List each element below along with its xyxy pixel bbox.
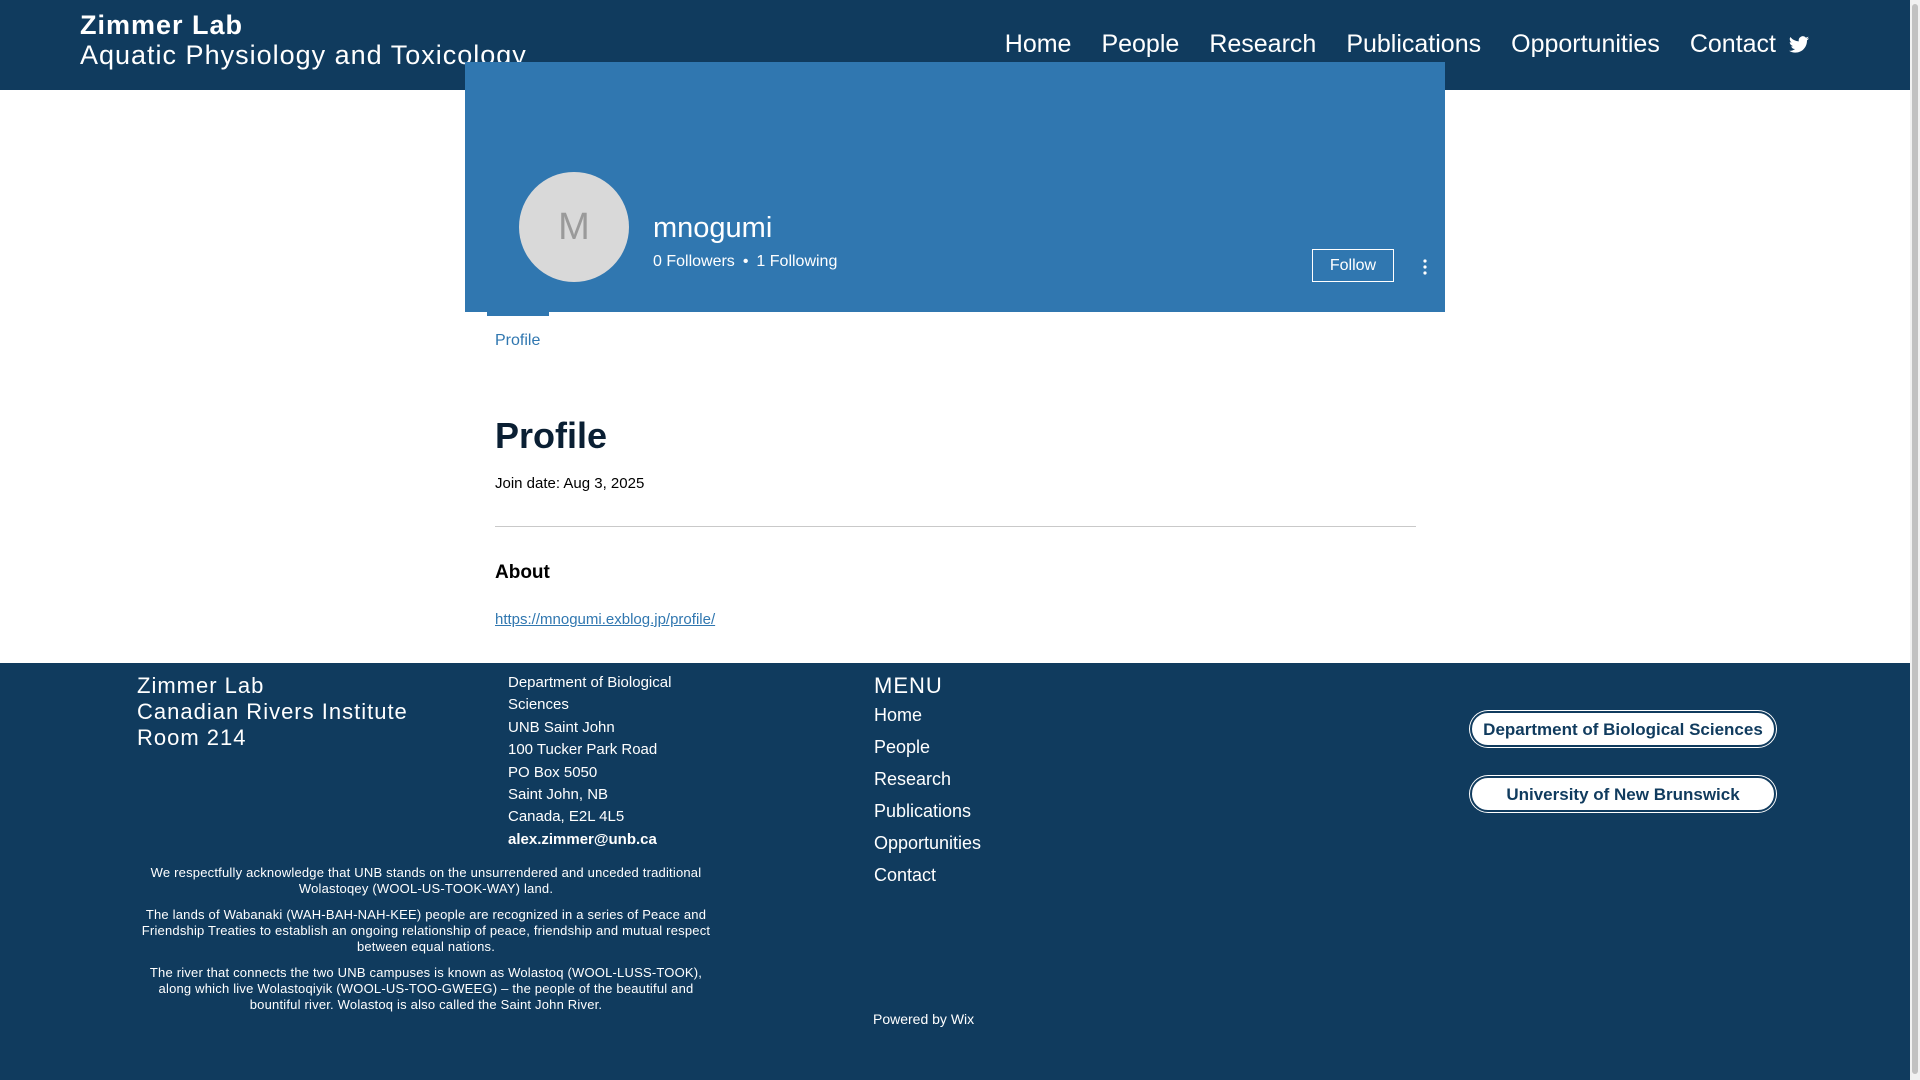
footer-menu: Home People Research Publications Opport… [874,703,981,895]
nav-opportunities[interactable]: Opportunities [1511,30,1660,59]
dept-biological-sciences-button[interactable]: Department of Biological Sciences [1470,711,1776,747]
nav-research[interactable]: Research [1209,30,1316,59]
land-acknowledgement: We respectfully acknowledge that UNB sta… [137,865,715,1023]
footer-lab-info: Zimmer Lab Canadian Rivers Institute Roo… [137,673,408,751]
about-heading: About [495,562,550,583]
ack-paragraph: The lands of Wabanaki (WAH-BAH-NAH-KEE) … [141,907,711,954]
avatar: M [519,172,629,282]
page-scrollbar[interactable] [1910,0,1920,1080]
powered-by-wix[interactable]: Powered by Wix [873,1011,974,1027]
address-line: Canada, E2L 4L5 [508,808,625,826]
address-line: 100 Tucker Park Road [508,741,658,759]
footer-address: Department of Biological Sciences UNB Sa… [508,672,708,851]
footer-menu-title: MENU [874,673,943,698]
site-title[interactable]: Zimmer Lab [80,10,243,41]
ack-paragraph: The river that connects the two UNB camp… [149,965,703,1012]
footer-room: Room 214 [137,725,247,750]
address-line: Saint John, NB [508,786,609,804]
nav-people[interactable]: People [1101,30,1179,59]
twitter-icon[interactable] [1788,34,1810,56]
unb-button[interactable]: University of New Brunswick [1470,776,1776,812]
site-footer: Zimmer Lab Canadian Rivers Institute Roo… [0,663,1910,1080]
footer-menu-opportunities[interactable]: Opportunities [874,831,981,863]
footer-institute: Canadian Rivers Institute [137,699,408,724]
footer-lab-name: Zimmer Lab [137,673,265,698]
follow-stats: 0 Followers • 1 Following [653,253,837,271]
nav-publications[interactable]: Publications [1346,30,1481,59]
footer-menu-publications[interactable]: Publications [874,799,981,831]
followers-count[interactable]: 0 Followers [653,253,735,271]
nav-home[interactable]: Home [1005,30,1072,59]
footer-menu-research[interactable]: Research [874,767,981,799]
section-divider [495,526,1416,527]
about-link[interactable]: https://mnogumi.exblog.jp/profile/ [495,611,715,628]
address-line: Department of Biological Sciences [508,674,672,714]
profile-username: mnogumi [653,212,773,244]
scrollbar-thumb[interactable] [1912,4,1918,1074]
address-line: PO Box 5050 [508,763,598,781]
ack-paragraph: We respectfully acknowledge that UNB sta… [150,865,702,896]
footer-menu-home[interactable]: Home [874,703,981,735]
follow-button[interactable]: Follow [1312,249,1394,282]
nav-contact[interactable]: Contact [1690,30,1776,59]
site-subtitle: Aquatic Physiology and Toxicology [80,40,527,70]
footer-email[interactable]: alex.zimmer@unb.ca [508,829,708,851]
footer-menu-contact[interactable]: Contact [874,863,981,895]
join-date: Join date: Aug 3, 2025 [495,475,645,492]
stats-separator: • [742,253,749,270]
address-line: UNB Saint John [508,718,615,736]
tab-active-indicator [487,312,549,316]
main-nav: Home People Research Publications Opport… [975,30,1810,59]
following-count[interactable]: 1 Following [756,253,837,271]
more-options-icon[interactable] [1415,257,1435,277]
page-title: Profile [495,415,608,456]
tab-profile[interactable]: Profile [495,332,540,350]
profile-cover: M mnogumi 0 Followers • 1 Following Foll… [465,62,1445,312]
footer-menu-people[interactable]: People [874,735,981,767]
